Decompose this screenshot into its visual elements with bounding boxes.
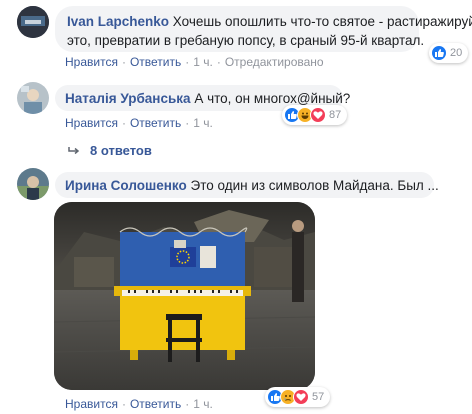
- love-icon: [310, 107, 326, 123]
- reaction-summary[interactable]: 57: [265, 387, 331, 407]
- comment-photo[interactable]: [54, 202, 315, 390]
- reply-button[interactable]: Ответить: [130, 397, 181, 411]
- comment-text: А что, он многох@йный?: [194, 91, 351, 106]
- view-replies-link[interactable]: 8 ответов: [68, 143, 152, 159]
- comment-text: Хочешь опошлить что-то святое - растираж…: [172, 14, 472, 29]
- comment-author[interactable]: Наталія Урбанська: [65, 91, 191, 106]
- avatar[interactable]: [17, 82, 49, 114]
- reaction-count: 87: [329, 109, 342, 121]
- comment-author[interactable]: Ирина Солошенко: [65, 178, 187, 193]
- avatar[interactable]: [17, 168, 49, 200]
- like-icon: [431, 45, 447, 61]
- comment-author[interactable]: Ivan Lapchenko: [67, 14, 169, 29]
- love-icon: [293, 389, 309, 405]
- reaction-count: 20: [450, 47, 463, 59]
- comment-text: Это один из символов Майдана. Был ...: [190, 178, 439, 193]
- comment-timestamp[interactable]: 1 ч.: [193, 116, 213, 130]
- like-button[interactable]: Нравится: [65, 116, 118, 130]
- reply-button[interactable]: Ответить: [130, 55, 181, 69]
- reaction-summary[interactable]: 20: [429, 43, 469, 63]
- comment-bubble: Ирина Солошенко Это один из символов Май…: [55, 172, 439, 198]
- reply-arrow-icon: [68, 144, 80, 159]
- like-button[interactable]: Нравится: [65, 397, 118, 411]
- piano-photo-image: [54, 202, 315, 390]
- comment-bubble: Ivan Lapchenko Хочешь опошлить что-то св…: [55, 6, 472, 52]
- comment-actions: Нравится · Ответить · 1 ч.: [65, 116, 213, 130]
- comment-timestamp[interactable]: 1 ч.: [193, 55, 213, 69]
- reaction-summary[interactable]: 87: [282, 105, 348, 125]
- edited-label[interactable]: Отредактировано: [225, 55, 324, 69]
- avatar[interactable]: [17, 6, 49, 38]
- comment-actions: Нравится · Ответить · 1 ч. · Отредактировано: [65, 55, 324, 69]
- like-button[interactable]: Нравится: [65, 55, 118, 69]
- comment-timestamp[interactable]: 1 ч.: [193, 397, 213, 411]
- reaction-count: 57: [312, 391, 325, 403]
- comment-text: это, превратии в гребаную попсу, в сраны…: [67, 33, 425, 48]
- comment-actions: Нравится · Ответить · 1 ч.: [65, 397, 213, 411]
- reply-button[interactable]: Ответить: [130, 116, 181, 130]
